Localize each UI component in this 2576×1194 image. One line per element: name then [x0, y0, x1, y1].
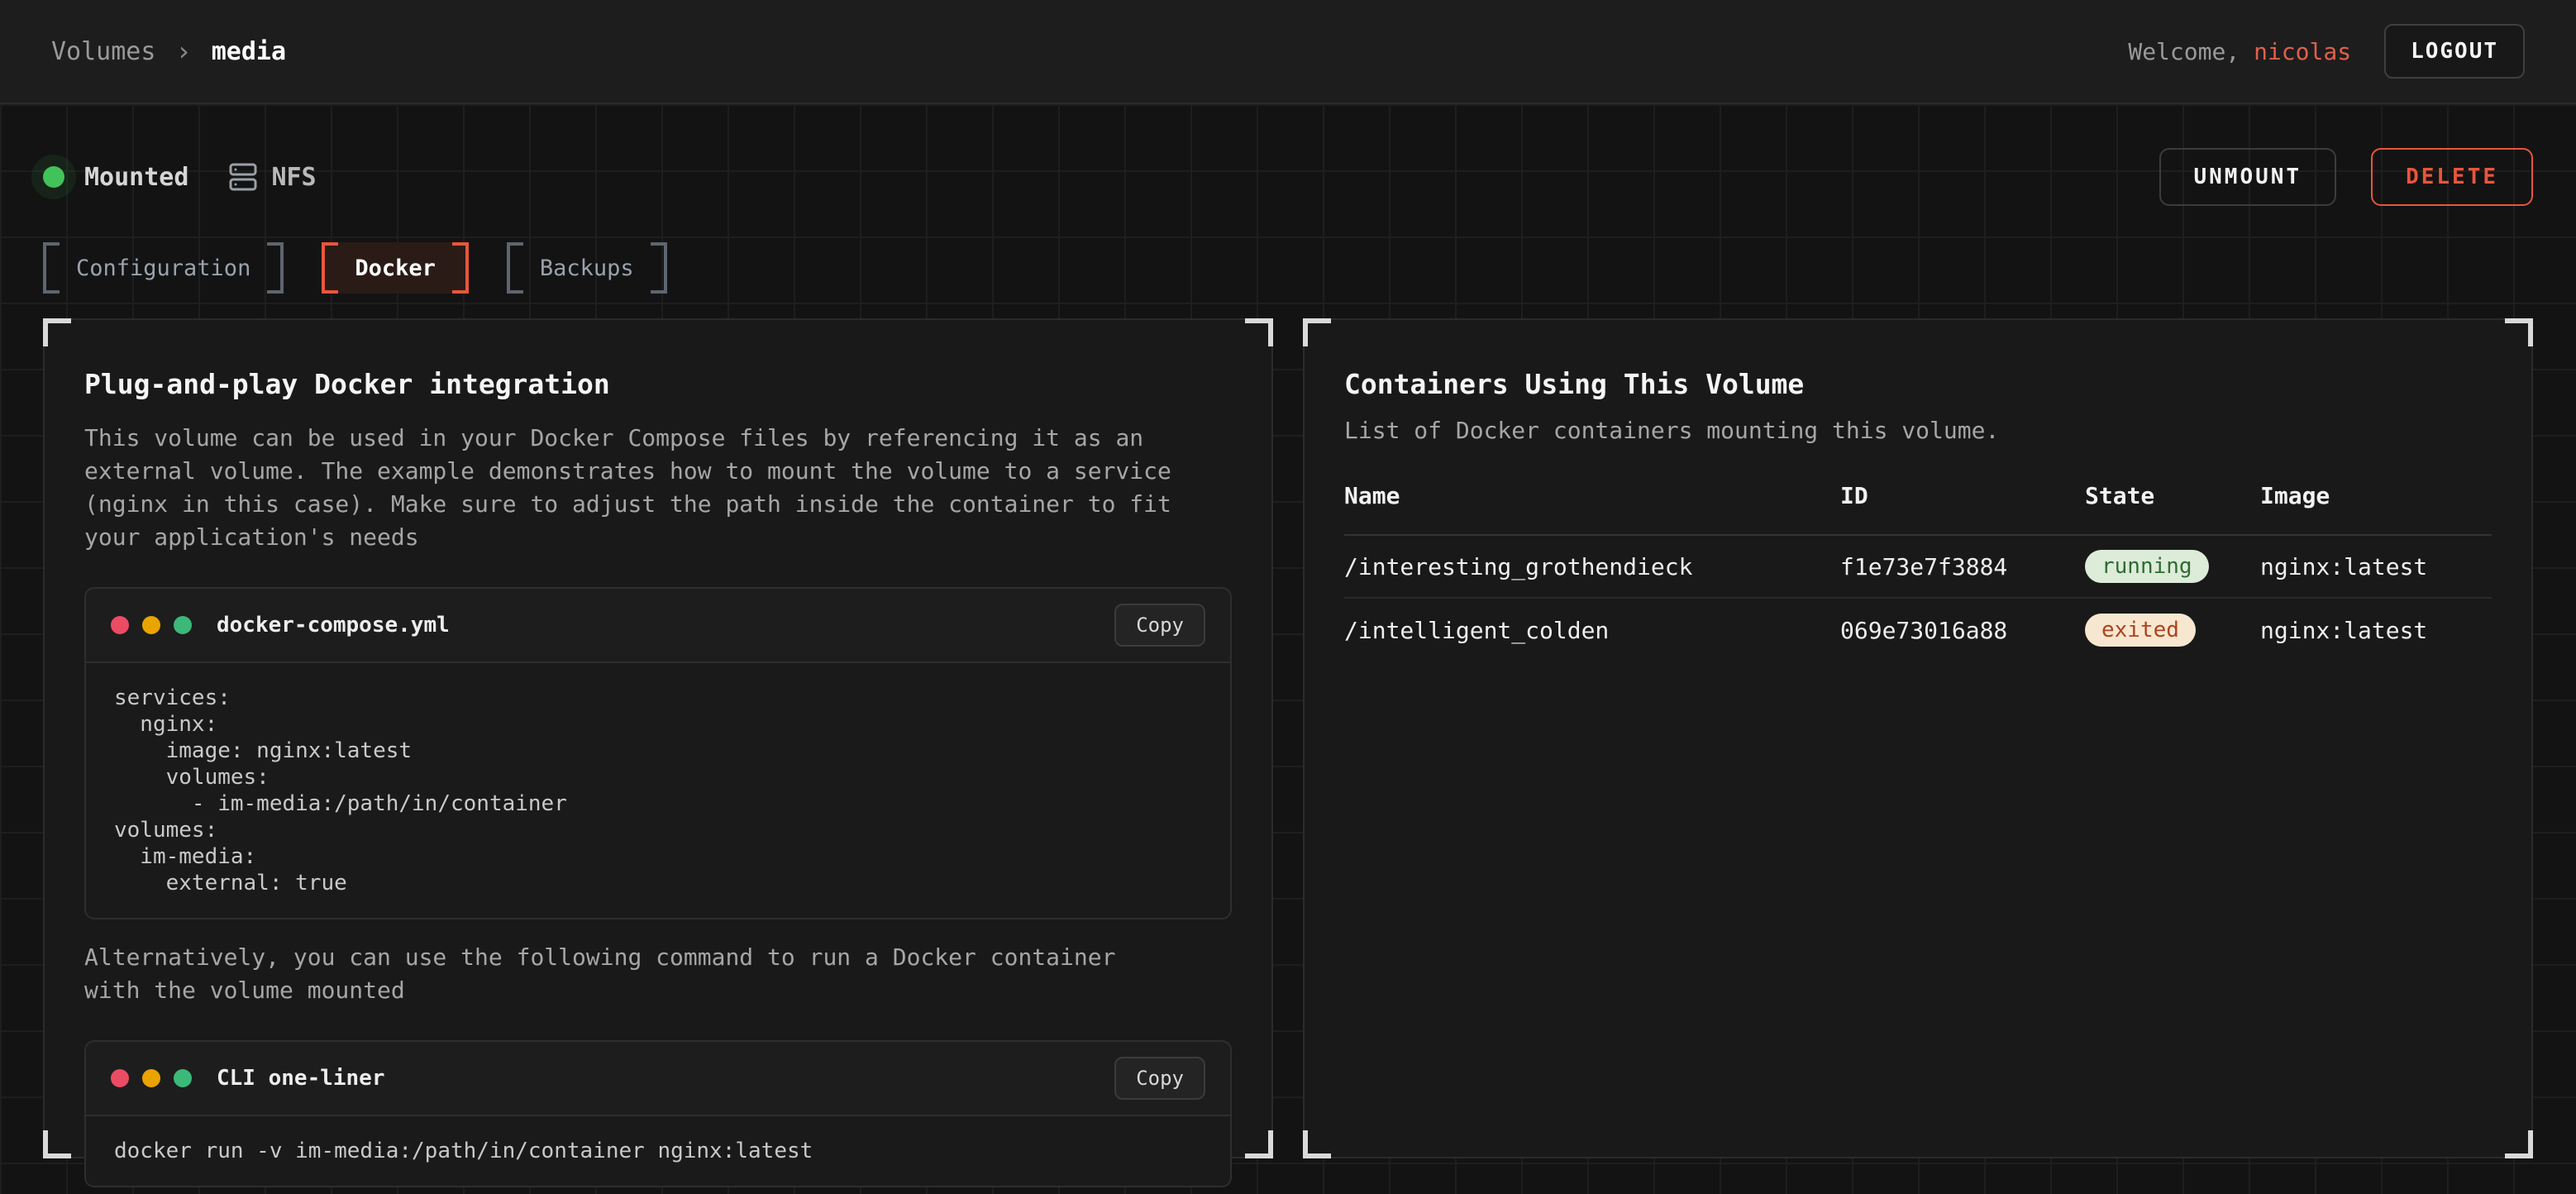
- logout-button[interactable]: LOGOUT: [2384, 24, 2525, 79]
- mounted-status-dot-icon: [43, 166, 64, 188]
- panel-corner-bracket: [2505, 318, 2533, 346]
- welcome-prefix: Welcome,: [2128, 38, 2254, 65]
- container-name: /interesting_grothendieck: [1344, 553, 1840, 580]
- containers-panel: Containers Using This Volume List of Doc…: [1303, 318, 2533, 1158]
- server-icon: [228, 162, 258, 192]
- nfs-label: NFS: [271, 163, 316, 192]
- panel-corner-bracket: [2505, 1130, 2533, 1158]
- container-image: nginx:latest: [2260, 553, 2492, 580]
- panel-corner-bracket: [1245, 318, 1273, 346]
- breadcrumb-volumes-link[interactable]: Volumes: [51, 37, 155, 66]
- top-bar-right: Welcome, nicolas LOGOUT: [2128, 24, 2525, 79]
- table-row: /interesting_grothendieck f1e73e7f3884 r…: [1344, 536, 2492, 599]
- panel-corner-bracket: [1303, 1130, 1331, 1158]
- docker-integration-panel: Plug-and-play Docker integration This vo…: [43, 318, 1273, 1158]
- containers-panel-title: Containers Using This Volume: [1344, 368, 2492, 400]
- docker-panel-title: Plug-and-play Docker integration: [84, 368, 1232, 400]
- volume-status: Mounted NFS: [43, 162, 317, 192]
- breadcrumb-current-volume: media: [212, 37, 286, 66]
- tab-configuration[interactable]: Configuration: [43, 242, 284, 294]
- container-id: f1e73e7f3884: [1840, 553, 2085, 580]
- username: nicolas: [2254, 38, 2351, 65]
- column-header-image: Image: [2260, 482, 2492, 509]
- mounted-status-label: Mounted: [84, 163, 188, 192]
- column-header-id: ID: [1840, 482, 2085, 509]
- welcome-text: Welcome, nicolas: [2128, 38, 2351, 65]
- cli-intro-text: Alternatively, you can use the following…: [84, 941, 1184, 1007]
- container-id: 069e73016a88: [1840, 617, 2085, 644]
- tab-backups[interactable]: Backups: [507, 242, 667, 294]
- compose-filename: docker-compose.yml: [217, 613, 450, 638]
- cli-code-header: CLI one-liner Copy: [86, 1042, 1230, 1115]
- panel-corner-bracket: [1303, 318, 1331, 346]
- volume-actions: UNMOUNT DELETE: [2159, 148, 2534, 206]
- dot-red-icon: [111, 616, 129, 634]
- dot-red-icon: [111, 1069, 129, 1087]
- breadcrumb: Volumes › media: [51, 36, 286, 67]
- cli-code-content: docker run -v im-media:/path/in/containe…: [86, 1115, 1230, 1186]
- column-header-name: Name: [1344, 482, 1840, 509]
- table-row: /intelligent_colden 069e73016a88 exited …: [1344, 599, 2492, 661]
- dot-amber-icon: [142, 1069, 160, 1087]
- cli-title: CLI one-liner: [217, 1066, 385, 1091]
- column-header-state: State: [2085, 482, 2260, 509]
- cli-copy-button[interactable]: Copy: [1114, 1057, 1205, 1100]
- containers-table-header: Name ID State Image: [1344, 482, 2492, 536]
- panel-corner-bracket: [43, 1130, 71, 1158]
- compose-copy-button[interactable]: Copy: [1114, 604, 1205, 647]
- container-name: /intelligent_colden: [1344, 617, 1840, 644]
- main-content: Mounted NFS UNMOUNT DELETE Configuration…: [0, 104, 2576, 1194]
- unmount-button[interactable]: UNMOUNT: [2159, 148, 2337, 206]
- compose-code-header: docker-compose.yml Copy: [86, 589, 1230, 661]
- top-bar: Volumes › media Welcome, nicolas LOGOUT: [0, 0, 2576, 104]
- tab-docker[interactable]: Docker: [322, 242, 469, 294]
- status-badge-running: running: [2085, 550, 2209, 583]
- container-state: running: [2085, 550, 2260, 583]
- panel-corner-bracket: [1245, 1130, 1273, 1158]
- dot-amber-icon: [142, 616, 160, 634]
- containers-panel-subtitle: List of Docker containers mounting this …: [1344, 417, 2492, 444]
- docker-panel-description: This volume can be used in your Docker C…: [84, 422, 1184, 554]
- status-badge-exited: exited: [2085, 614, 2196, 647]
- containers-table: Name ID State Image /interesting_grothen…: [1344, 482, 2492, 661]
- panel-corner-bracket: [43, 318, 71, 346]
- window-dots: [111, 616, 192, 634]
- container-image: nginx:latest: [2260, 617, 2492, 644]
- compose-code-content: services: nginx: image: nginx:latest vol…: [86, 661, 1230, 918]
- container-state: exited: [2085, 614, 2260, 647]
- status-row: Mounted NFS UNMOUNT DELETE: [43, 149, 2533, 205]
- nfs-type-indicator: NFS: [228, 162, 316, 192]
- compose-code-block: docker-compose.yml Copy services: nginx:…: [84, 587, 1232, 919]
- dot-green-icon: [174, 1069, 192, 1087]
- delete-button[interactable]: DELETE: [2371, 148, 2533, 206]
- tab-bar: Configuration Docker Backups: [43, 242, 2533, 294]
- window-dots: [111, 1069, 192, 1087]
- dot-green-icon: [174, 616, 192, 634]
- chevron-right-icon: ›: [175, 36, 191, 67]
- cli-code-block: CLI one-liner Copy docker run -v im-medi…: [84, 1040, 1232, 1187]
- panels-row: Plug-and-play Docker integration This vo…: [43, 318, 2533, 1158]
